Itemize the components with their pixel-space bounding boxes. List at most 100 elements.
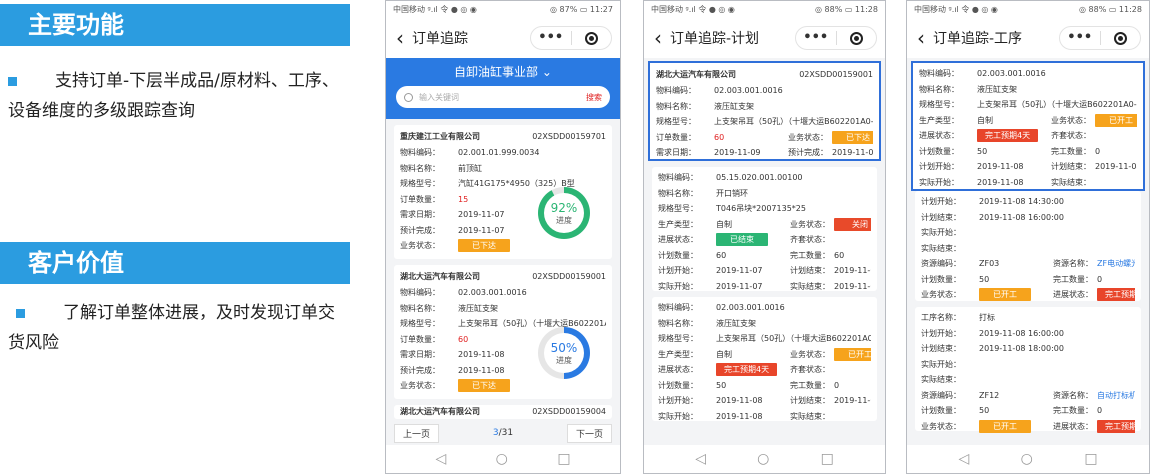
recents-square-icon[interactable]: □ xyxy=(557,451,570,467)
field-value: 60 xyxy=(716,250,727,260)
field-value-cell: 完工预期4天 xyxy=(1097,419,1135,435)
field-label: 预计完成： xyxy=(400,225,440,235)
field-value: 02.003.001.0016 xyxy=(977,69,1046,78)
card-row: 物料编码： 05.15.020.001.00100 xyxy=(658,170,871,186)
order-card[interactable]: 重庆建江工业有限公司 02XSDD00159701 物料编码： 02.001.01.… xyxy=(394,125,612,259)
home-circle-icon[interactable]: ○ xyxy=(496,451,508,467)
more-icon[interactable]: ••• xyxy=(1060,28,1100,48)
field-value-cell: 关闭 xyxy=(834,217,871,233)
more-icon[interactable]: ••• xyxy=(531,28,571,48)
order-card[interactable]: 湖北大运汽车有限公司 02XSDD00159001 物料编码： 02.003.001… xyxy=(394,265,612,399)
order-summary-card[interactable]: 湖北大运汽车有限公司 02XSDD00159001 物料编码： 02.003.001… xyxy=(648,61,881,161)
progress-ring: 50% 进度 xyxy=(538,327,590,379)
material-summary-card[interactable]: 物料编码： 02.003.001.0016 物料名称： 液压缸支架 规格型号： 上支架吊耳… xyxy=(911,61,1145,191)
card-row: 实际结束： xyxy=(921,241,1135,257)
search-input[interactable]: 输入关键词 xyxy=(419,92,586,103)
close-target-icon[interactable] xyxy=(572,31,612,45)
status-badge: 已开工 xyxy=(979,288,1031,301)
main-function-title: 主要功能 xyxy=(0,4,350,46)
close-target-icon[interactable] xyxy=(837,31,877,45)
header: ‹ 订单追踪-计划 ••• xyxy=(644,18,885,58)
home-circle-icon[interactable]: ○ xyxy=(757,451,769,467)
card-header: 湖北大运汽车有限公司 02XSDD00159001 xyxy=(400,268,606,285)
back-arrow-icon[interactable]: ‹ xyxy=(654,28,662,48)
field-value: 2019-11-07 xyxy=(716,281,763,291)
plan-card[interactable]: 物料编码： 02.003.001.0016 物料名称： 液压缸支架 规格型号： 上支架吊耳… xyxy=(652,297,877,421)
field-value: 上支架吊耳（50孔）（十堰大运B602201A0- xyxy=(716,334,871,343)
card-row: 生产类型： 自制 业务状态： 关闭 xyxy=(658,217,871,233)
field-label: 计划结束： xyxy=(1051,162,1091,171)
card-row: 物料编码： 02.001.01.999.0034 xyxy=(400,145,606,161)
field-label: 计划开始： xyxy=(919,162,959,171)
field-value: 自制 xyxy=(716,219,732,229)
field-value: 2019-11-08 xyxy=(458,350,505,359)
field-value: 60 xyxy=(458,334,469,344)
prev-page-button[interactable]: 上一页 xyxy=(394,423,440,443)
field-label: 物料编码： xyxy=(658,173,698,182)
search-icon xyxy=(404,92,413,102)
close-target-icon[interactable] xyxy=(1101,31,1141,45)
field-value: ZF12 xyxy=(979,390,1000,400)
field-label: 规格型号： xyxy=(400,319,440,328)
field-label: 资源编码： xyxy=(921,390,961,400)
next-page-button[interactable]: 下一页 xyxy=(566,423,612,443)
card-row: 规格型号： 上支架吊耳（50孔）（十堰大运B602201A0- xyxy=(658,331,871,347)
field-value: 50 xyxy=(977,146,988,156)
plan-card[interactable]: 物料编码： 05.15.020.001.00100 物料名称： 开口销环 规格型号： T0… xyxy=(652,167,877,291)
process-card[interactable]: 计划开始： 2019-11-08 14:30:00 计划结束： 2019-11-08 … xyxy=(915,191,1141,301)
field-label: 计划数量： xyxy=(658,250,698,260)
status-badge: 已下达 xyxy=(458,379,510,392)
field-value: 2019-11-08 14:30:00 xyxy=(979,197,1064,206)
status-cell: 已下达 xyxy=(458,378,510,394)
order-card[interactable]: 湖北大运汽车有限公司 02XSDD00159004 xyxy=(394,405,612,419)
back-triangle-icon[interactable]: ◁ xyxy=(695,451,706,467)
battery-time: ◎ 87% ▭ 11:27 xyxy=(549,5,613,14)
recents-square-icon[interactable]: □ xyxy=(1084,451,1097,467)
back-triangle-icon[interactable]: ◁ xyxy=(435,451,446,467)
field-value: ZF03 xyxy=(979,259,1000,268)
search-button[interactable]: 搜索 xyxy=(586,92,602,103)
department-selector[interactable]: 自卸油缸事业部 ⌄ xyxy=(386,58,620,86)
card-row: 计划数量： 50 完工数量： 0 xyxy=(921,272,1135,288)
card-row: 实际结束： xyxy=(921,372,1135,388)
field-label: 资源名称： xyxy=(1053,259,1093,268)
field-label: 业务状态： xyxy=(790,349,830,359)
process-card[interactable]: 工序名称： 打标 计划开始： 2019-11-08 16:00:00 计划结束： 2019… xyxy=(915,307,1141,433)
main-function-text: 支持订单-下层半成品/原材料、工序、设备维度的多级跟踪查询 xyxy=(8,66,348,126)
more-icon[interactable]: ••• xyxy=(796,28,836,48)
status-badge: 完工预期4天 xyxy=(1097,288,1135,301)
field-value: 上支架吊耳（50孔）（十堰大运B602201A0- xyxy=(977,100,1137,109)
field-label: 工序名称： xyxy=(921,313,961,322)
back-arrow-icon[interactable]: ‹ xyxy=(917,28,925,48)
status-badge: 完工预期4天 xyxy=(977,129,1039,142)
status-badge: 已开工 xyxy=(979,419,1031,433)
field-value: ZF电动螺光机 xyxy=(1097,259,1135,268)
field-value: 0 xyxy=(1097,406,1103,415)
back-arrow-icon[interactable]: ‹ xyxy=(396,28,404,48)
material-code: 02.003.001.0016 xyxy=(714,86,783,95)
field-label: 资源编码： xyxy=(921,259,961,268)
field-label: 资源名称： xyxy=(1053,390,1093,400)
field-label: 实际开始： xyxy=(921,228,961,237)
field-value: 自制 xyxy=(716,349,732,359)
card-row: 实际开始： 2019-11-07 实际结束： 2019-11-08 xyxy=(658,279,871,295)
status-bar: 中国移动 ᵍ.ıl 令 ● ◎ ◉ ◎ 88% ▭ 11:28 xyxy=(644,1,885,18)
field-label: 完工数量： xyxy=(790,380,830,390)
field-label: 物料名称： xyxy=(400,163,440,173)
card-row: 物料名称： 开口销环 xyxy=(658,186,871,202)
miniprogram-capsule: ••• xyxy=(795,26,877,50)
field-label: 完工数量： xyxy=(1053,274,1093,284)
card-row: 工序名称： 打标 xyxy=(921,310,1135,326)
battery-time: ◎ 88% ▭ 11:28 xyxy=(814,5,878,14)
recents-square-icon[interactable]: □ xyxy=(821,451,834,467)
home-circle-icon[interactable]: ○ xyxy=(1021,451,1033,467)
page-title: 订单追踪-工序 xyxy=(933,31,1023,47)
field-label: 物料编码： xyxy=(400,148,440,157)
field-label: 实际开始： xyxy=(658,411,698,421)
card-row: 实际开始： 2019-11-08 实际结束： xyxy=(658,409,871,425)
field-label: 物料名称： xyxy=(658,188,698,198)
back-triangle-icon[interactable]: ◁ xyxy=(958,451,969,467)
field-label: 规格型号： xyxy=(658,334,698,343)
field-label: 完工数量： xyxy=(790,250,830,260)
card-row: 计划数量： 50 完工数量： 0 xyxy=(921,403,1135,419)
